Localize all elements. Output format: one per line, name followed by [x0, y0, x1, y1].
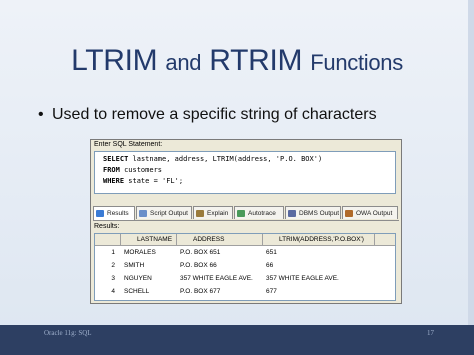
table-row[interactable]: 4 SCHELL P.O. BOX 677 677 — [95, 285, 395, 298]
tab-script-output[interactable]: Script Output — [136, 206, 192, 219]
dbms-icon — [288, 210, 296, 217]
tab-label: Results — [107, 210, 129, 217]
tab-label: Explain — [207, 210, 229, 217]
table-row[interactable]: 2 SMITH P.O. BOX 66 66 — [95, 259, 395, 272]
slide-number: 17 — [427, 329, 434, 337]
sql-text: lastname, address, LTRIM(address, 'P.O. … — [128, 155, 323, 163]
bullet-text: Used to remove a specific string of char… — [52, 106, 377, 123]
cell-lastname: SMITH — [124, 262, 145, 269]
tab-results[interactable]: Results — [93, 206, 135, 220]
title-word-ltrim: LTRIM — [71, 44, 158, 77]
sql-text: state = 'FL'; — [124, 177, 184, 185]
table-row[interactable]: 3 NGUYEN 357 WHITE EAGLE AVE. 357 WHITE … — [95, 272, 395, 285]
script-icon — [139, 210, 147, 217]
tab-label: Script Output — [150, 210, 188, 217]
cell-ltrim: 66 — [266, 262, 274, 269]
row-number: 4 — [111, 288, 115, 295]
cell-ltrim: 651 — [266, 249, 277, 256]
row-number: 1 — [111, 249, 115, 256]
autotrace-icon — [237, 210, 245, 217]
cell-lastname: MORALES — [124, 249, 156, 256]
title-word-and: and — [165, 50, 202, 75]
explain-icon — [196, 210, 204, 217]
results-grid[interactable]: LASTNAME ADDRESS LTRIM(ADDRESS,'P.O.BOX'… — [94, 233, 396, 301]
tab-owa-output[interactable]: OWA Output — [342, 206, 398, 219]
footer-course-title: Oracle 11g: SQL — [44, 329, 92, 337]
cell-ltrim: 677 — [266, 288, 277, 295]
results-icon — [96, 210, 104, 217]
table-row[interactable]: 1 MORALES P.O. BOX 651 651 — [95, 246, 395, 259]
row-number-header — [95, 234, 121, 245]
results-label: Results: — [94, 223, 120, 230]
grid-header: LASTNAME ADDRESS LTRIM(ADDRESS,'P.O.BOX'… — [95, 234, 395, 246]
tab-label: DBMS Output — [299, 210, 340, 217]
tab-label: OWA Output — [356, 210, 393, 217]
title-word-rtrim: RTRIM — [209, 44, 303, 77]
sql-statement-label: Enter SQL Statement: — [94, 141, 163, 148]
sql-keyword: WHERE — [103, 177, 125, 185]
cell-address: P.O. BOX 677 — [180, 288, 221, 295]
sql-keyword: SELECT — [103, 155, 129, 163]
cell-address: P.O. BOX 66 — [180, 262, 217, 269]
tab-explain[interactable]: Explain — [193, 206, 233, 219]
cell-ltrim: 357 WHITE EAGLE AVE. — [266, 275, 339, 282]
column-header-lastname[interactable]: LASTNAME — [121, 234, 177, 245]
cell-lastname: SCHELL — [124, 288, 150, 295]
cell-address: 357 WHITE EAGLE AVE. — [180, 275, 253, 282]
sql-line: FROM customers — [103, 165, 395, 176]
sql-line: WHERE state = 'FL'; — [103, 176, 395, 187]
tab-autotrace[interactable]: Autotrace — [234, 206, 284, 219]
column-header-ltrim[interactable]: LTRIM(ADDRESS,'P.O.BOX') — [263, 234, 375, 245]
sql-keyword: FROM — [103, 166, 120, 174]
bullet-item: • Used to remove a specific string of cha… — [38, 106, 377, 124]
title-word-functions: Functions — [310, 50, 403, 75]
sql-text: customers — [119, 166, 163, 174]
sql-line: SELECT lastname, address, LTRIM(address,… — [103, 154, 395, 165]
column-header-address[interactable]: ADDRESS — [177, 234, 263, 245]
cell-address: P.O. BOX 651 — [180, 249, 221, 256]
tab-dbms-output[interactable]: DBMS Output — [285, 206, 341, 219]
sql-editor[interactable]: SELECT lastname, address, LTRIM(address,… — [94, 151, 396, 194]
owa-icon — [345, 210, 353, 217]
bullet-dot-icon: • — [38, 106, 44, 123]
output-tab-strip: Results Script Output Explain Autotrace … — [93, 206, 399, 221]
tab-label: Autotrace — [248, 210, 276, 217]
row-number: 2 — [111, 262, 115, 269]
sql-worksheet-panel: Enter SQL Statement: SELECT lastname, ad… — [90, 139, 402, 304]
slide-title: LTRIM and RTRIM Functions — [0, 44, 474, 78]
cell-lastname: NGUYEN — [124, 275, 152, 282]
row-number: 3 — [111, 275, 115, 282]
slide-footer: Oracle 11g: SQL 17 — [0, 325, 474, 355]
